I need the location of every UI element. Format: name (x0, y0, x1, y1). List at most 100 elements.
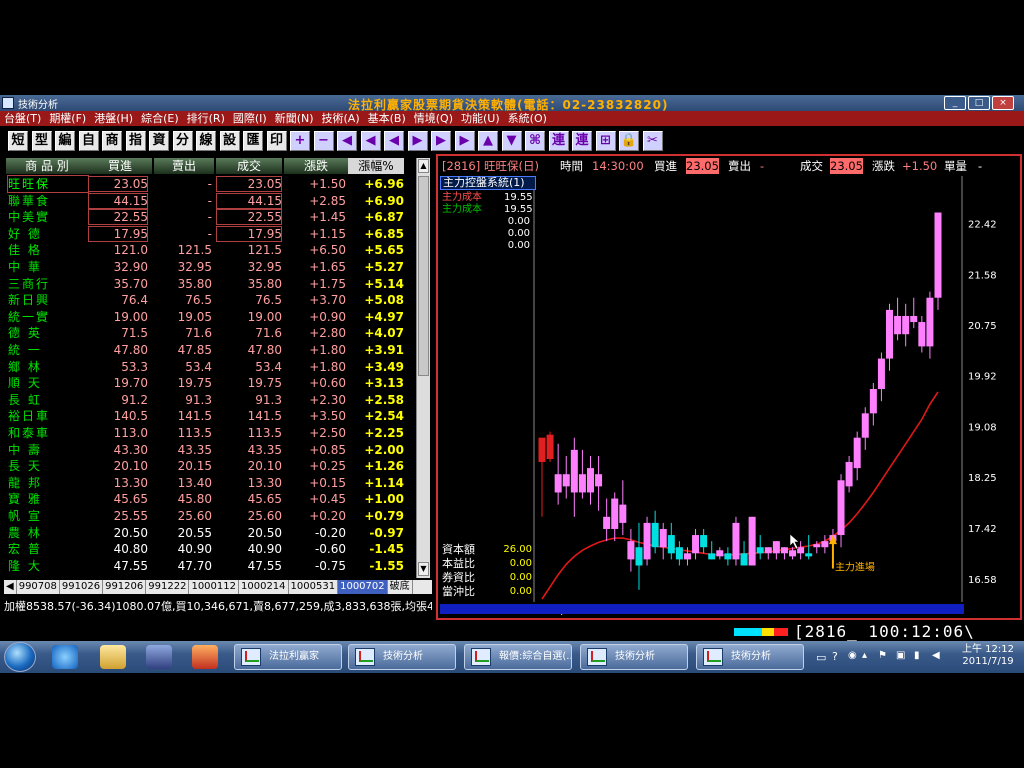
table-row[interactable]: 長 虹 91.2 91.3 91.3 +2.30 +2.58 (4, 392, 416, 409)
table-row[interactable]: 宏 普 40.80 40.90 40.90 -0.60 -1.45 (4, 541, 416, 558)
toolbar-button[interactable]: ⌘ (525, 131, 545, 151)
toolbar-button[interactable]: 指 (125, 131, 146, 151)
watchlist-tab[interactable]: 1000531 (289, 580, 339, 594)
table-row[interactable]: 新日興 76.4 76.5 76.5 +3.70 +5.08 (4, 292, 416, 309)
menu-item[interactable]: 系統(O) (504, 111, 551, 126)
table-row[interactable]: 帆 宣 25.55 25.60 25.60 +0.20 +0.79 (4, 508, 416, 525)
toolbar-button[interactable]: ◀ (337, 131, 357, 151)
toolbar-button[interactable]: 商 (102, 131, 122, 151)
column-header[interactable]: 賣出 (154, 158, 214, 174)
tray-network-icon[interactable]: ▮ (914, 650, 920, 661)
menu-item[interactable]: 期權(F) (45, 111, 90, 126)
toolbar-button[interactable]: ▶ (454, 131, 475, 151)
table-row[interactable]: 統 一 47.80 47.85 47.80 +1.80 +3.91 (4, 342, 416, 359)
watchlist-tab[interactable]: 1000702 (338, 580, 388, 594)
taskbar-button[interactable]: 法拉利贏家 (234, 644, 342, 670)
table-row[interactable]: 德 英 71.5 71.6 71.6 +2.80 +4.07 (4, 325, 416, 342)
table-row[interactable]: 好 德 17.95-17.95 +1.15 +6.85 (4, 225, 416, 243)
scroll-up-icon[interactable]: ▲ (418, 159, 429, 173)
toolbar-button[interactable]: 分 (172, 131, 193, 151)
watchlist-tab[interactable]: 991222 (146, 580, 190, 594)
tray-settings-icon[interactable]: ◉ (848, 650, 857, 661)
table-row[interactable]: 寶 雅 45.65 45.80 45.65 +0.45 +1.00 (4, 491, 416, 508)
table-row[interactable]: 三商行 35.70 35.80 35.80 +1.75 +5.14 (4, 276, 416, 293)
toolbar-button[interactable]: 型 (31, 131, 52, 151)
technical-chart-panel[interactable]: [2816] 旺旺保(日) 時間 14:30:00 買進 23.05 賣出 - … (436, 154, 1022, 620)
media-player-icon[interactable] (146, 645, 172, 669)
taskbar-button[interactable]: 報價:綜合自選(... (464, 644, 572, 670)
toolbar-button[interactable]: 編 (55, 131, 75, 151)
watchlist-tab[interactable]: 991026 (60, 580, 104, 594)
toolbar-button[interactable]: ▼ (501, 131, 522, 151)
menu-item[interactable]: 國際(I) (229, 111, 271, 126)
start-button[interactable] (4, 642, 36, 672)
folder-icon[interactable] (100, 645, 126, 669)
menu-item[interactable]: 港盤(H) (90, 111, 137, 126)
table-row[interactable]: 長 天 20.10 20.15 20.10 +0.25 +1.26 (4, 458, 416, 475)
toolbar-button[interactable]: 短 (8, 131, 28, 151)
tray-volume-icon[interactable]: ◀ (932, 650, 940, 661)
table-row[interactable]: 佳 格 121.0 121.5 121.5 +6.50 +5.65 (4, 242, 416, 259)
toolbar-button[interactable]: 設 (219, 131, 240, 151)
tray-display-icon[interactable]: ▣ (896, 650, 905, 661)
toolbar-button[interactable]: ✂ (642, 131, 663, 151)
taskbar-button[interactable]: 技術分析 (696, 644, 804, 670)
column-header[interactable]: 成交 (216, 158, 282, 174)
menu-item[interactable]: 基本(B) (364, 111, 410, 126)
tray-keyboard-icon[interactable]: ▭ (816, 651, 826, 664)
toolbar-button[interactable]: ◀ (360, 131, 381, 151)
toolbar-button[interactable]: 線 (196, 131, 216, 151)
toolbar-button[interactable]: ⊞ (595, 131, 616, 151)
watchlist-tab[interactable]: 990708 (17, 580, 60, 594)
tray-clock[interactable]: 上午 12:12 2011/7/19 (960, 644, 1016, 668)
table-row[interactable]: 龍 邦 13.30 13.40 13.30 +0.15 +1.14 (4, 475, 416, 492)
column-header[interactable]: 買進 (88, 158, 152, 174)
indicator-system-name[interactable]: 主力控盤系統(1) (440, 176, 536, 190)
table-row[interactable]: 隆 大 47.55 47.70 47.55 -0.75 -1.55 (4, 558, 416, 575)
table-row[interactable]: 統一實 19.00 19.05 19.00 +0.90 +4.97 (4, 309, 416, 326)
toolbar-button[interactable]: 資 (149, 131, 169, 151)
toolbar-button[interactable]: 印 (266, 131, 287, 151)
menu-item[interactable]: 綜合(E) (137, 111, 183, 126)
app-shortcut-icon[interactable] (192, 645, 218, 669)
tabs-left-arrow-icon[interactable]: ◀ (4, 580, 17, 594)
table-row[interactable]: 農 林 20.50 20.55 20.50 -0.20 -0.97 (4, 525, 416, 542)
tray-help-icon[interactable]: ? (832, 650, 838, 663)
menu-item[interactable]: 台盤(T) (0, 111, 45, 126)
table-row[interactable]: 和泰車 113.0 113.5 113.5 +2.50 +2.25 (4, 425, 416, 442)
table-row[interactable]: 順 天 19.70 19.75 19.75 +0.60 +3.13 (4, 375, 416, 392)
quote-table-scrollbar[interactable]: ▲ ▼ (416, 158, 430, 578)
tray-flag-icon[interactable]: ⚑ (878, 650, 887, 661)
window-title-bar[interactable]: 技術分析 法拉利贏家股票期貨決策軟體(電話：02-23832820) _ □ × (0, 95, 1024, 112)
menu-item[interactable]: 情境(Q) (410, 111, 457, 126)
menu-item[interactable]: 新聞(N) (271, 111, 318, 126)
toolbar-button[interactable]: 匯 (243, 131, 263, 151)
table-row[interactable]: 聯華食 44.15-44.15 +2.85 +6.90 (4, 192, 416, 210)
toolbar-button[interactable]: 連 (548, 131, 569, 151)
tray-arrow-icon[interactable]: ▴ (862, 650, 867, 661)
toolbar-button[interactable]: 連 (572, 131, 592, 151)
toolbar-button[interactable]: ◀ (384, 131, 404, 151)
minimize-button[interactable]: _ (944, 96, 966, 110)
taskbar-button[interactable]: 技術分析 (348, 644, 456, 670)
table-row[interactable]: 中美實 22.55-22.55 +1.45 +6.87 (4, 209, 416, 226)
toolbar-button[interactable]: + (290, 131, 310, 151)
table-row[interactable]: 裕日車 140.5 141.5 141.5 +3.50 +2.54 (4, 408, 416, 425)
table-row[interactable]: 中 壽 43.30 43.35 43.35 +0.85 +2.00 (4, 442, 416, 459)
table-row[interactable]: 鄉 林 53.3 53.4 53.4 +1.80 +3.49 (4, 359, 416, 376)
scroll-thumb[interactable] (418, 176, 429, 376)
internet-explorer-icon[interactable] (52, 645, 78, 669)
column-header[interactable]: 漲幅% (348, 158, 404, 174)
watchlist-tab[interactable]: 1000214 (239, 580, 289, 594)
taskbar-button[interactable]: 技術分析 (580, 644, 688, 670)
toolbar-button[interactable]: 自 (78, 131, 99, 151)
toolbar-button[interactable]: ▶ (407, 131, 428, 151)
menu-item[interactable]: 技術(A) (318, 111, 364, 126)
column-header[interactable]: 商 品 別 (6, 158, 88, 174)
toolbar-button[interactable]: 🔒 (619, 131, 639, 151)
maximize-button[interactable]: □ (968, 96, 990, 110)
watchlist-tab[interactable]: 991206 (103, 580, 147, 594)
toolbar-button[interactable]: ▶ (431, 131, 451, 151)
toolbar-button[interactable]: − (313, 131, 334, 151)
watchlist-tab[interactable]: 破底 (388, 580, 413, 594)
